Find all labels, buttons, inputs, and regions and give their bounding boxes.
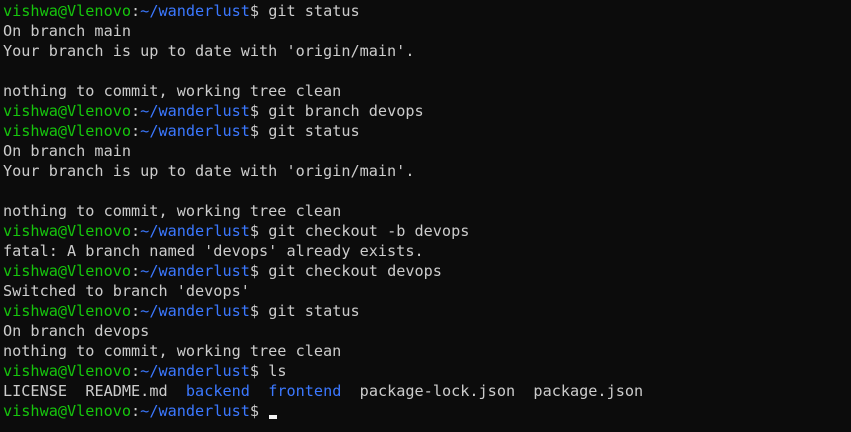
command-text: git status [268, 302, 360, 320]
prompt-separator: : [131, 262, 141, 280]
prompt-line: vishwa@Vlenovo:~/wanderlust$ git status [3, 301, 851, 321]
output-line: fatal: A branch named 'devops' already e… [3, 241, 851, 261]
output-text: Your branch is up to date with 'origin/m… [3, 42, 415, 60]
prompt-user: vishwa@Vlenovo [3, 362, 132, 380]
prompt-separator: : [131, 402, 141, 420]
prompt-path: ~/wanderlust [140, 262, 250, 280]
directory-entry: backend [185, 382, 250, 400]
prompt-line: vishwa@Vlenovo:~/wanderlust$ git checkou… [3, 261, 851, 281]
terminal-window[interactable]: vishwa@Vlenovo:~/wanderlust$ git status O… [0, 0, 851, 432]
output-text: nothing to commit, working tree clean [3, 82, 342, 100]
prompt-symbol: $ [249, 362, 269, 380]
output-text: Switched to branch 'devops' [3, 282, 250, 300]
prompt-path: ~/wanderlust [140, 402, 250, 420]
prompt-path: ~/wanderlust [140, 302, 250, 320]
prompt-separator: : [131, 122, 141, 140]
prompt-symbol: $ [249, 402, 269, 420]
command-text: git status [268, 122, 360, 140]
command-text: git status [268, 2, 360, 20]
prompt-line: vishwa@Vlenovo:~/wanderlust$ git checkou… [3, 221, 851, 241]
prompt-user: vishwa@Vlenovo [3, 302, 132, 320]
prompt-user: vishwa@Vlenovo [3, 262, 132, 280]
output-text: fatal: A branch named 'devops' already e… [3, 242, 424, 260]
output-line: On branch main [3, 141, 851, 161]
prompt-path: ~/wanderlust [140, 122, 250, 140]
output-line: On branch main [3, 21, 851, 41]
prompt-separator: : [131, 222, 141, 240]
directory-entry: frontend [268, 382, 342, 400]
prompt-line: vishwa@Vlenovo:~/wanderlust$ git status [3, 1, 851, 21]
output-line: nothing to commit, working tree clean [3, 201, 851, 221]
prompt-user: vishwa@Vlenovo [3, 402, 132, 420]
output-line: Your branch is up to date with 'origin/m… [3, 41, 851, 61]
prompt-symbol: $ [249, 222, 269, 240]
output-text: LICENSE [3, 382, 68, 400]
output-text: nothing to commit, working tree clean [3, 202, 342, 220]
prompt-path: ~/wanderlust [140, 2, 250, 20]
command-text: git branch devops [268, 102, 424, 120]
output-line: LICENSE README.md backend frontend packa… [3, 381, 851, 401]
output-text: nothing to commit, working tree clean [3, 342, 342, 360]
output-line: nothing to commit, working tree clean [3, 341, 851, 361]
output-line: Switched to branch 'devops' [3, 281, 851, 301]
prompt-path: ~/wanderlust [140, 222, 250, 240]
output-text: On branch main [3, 22, 132, 40]
prompt-path: ~/wanderlust [140, 362, 250, 380]
output-line: nothing to commit, working tree clean [3, 81, 851, 101]
prompt-user: vishwa@Vlenovo [3, 102, 132, 120]
prompt-path: ~/wanderlust [140, 102, 250, 120]
prompt-separator: : [131, 102, 141, 120]
prompt-line: vishwa@Vlenovo:~/wanderlust$ git status [3, 121, 851, 141]
prompt-line: vishwa@Vlenovo:~/wanderlust$ ls [3, 361, 851, 381]
command-text: ls [268, 362, 287, 380]
prompt-separator: : [131, 2, 141, 20]
prompt-user: vishwa@Vlenovo [3, 2, 132, 20]
prompt-symbol: $ [249, 302, 269, 320]
prompt-user: vishwa@Vlenovo [3, 122, 132, 140]
prompt-separator: : [131, 362, 141, 380]
output-text: On branch devops [3, 322, 150, 340]
prompt-line: vishwa@Vlenovo:~/wanderlust$ [3, 401, 851, 421]
output-text: package-lock.json [359, 382, 516, 400]
prompt-separator: : [131, 302, 141, 320]
output-text: package.json [533, 382, 644, 400]
output-text: README.md [85, 382, 168, 400]
prompt-symbol: $ [249, 122, 269, 140]
command-text: git checkout -b devops [268, 222, 470, 240]
output-line: Your branch is up to date with 'origin/m… [3, 161, 851, 181]
output-text: Your branch is up to date with 'origin/m… [3, 162, 415, 180]
prompt-symbol: $ [249, 102, 269, 120]
prompt-user: vishwa@Vlenovo [3, 222, 132, 240]
prompt-symbol: $ [249, 2, 269, 20]
prompt-line: vishwa@Vlenovo:~/wanderlust$ git branch … [3, 101, 851, 121]
text-cursor [269, 415, 278, 419]
output-line: On branch devops [3, 321, 851, 341]
command-text: git checkout devops [268, 262, 442, 280]
prompt-symbol: $ [249, 262, 269, 280]
output-text: On branch main [3, 142, 132, 160]
